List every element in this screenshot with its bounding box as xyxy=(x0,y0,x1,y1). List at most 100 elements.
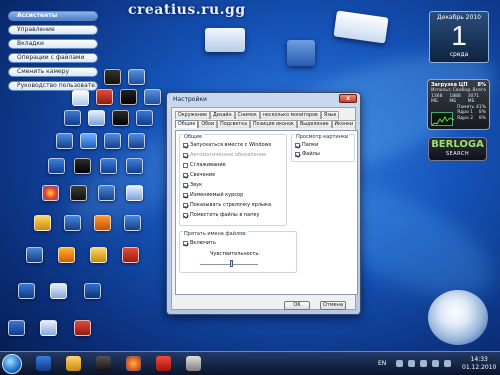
dock-app-icon[interactable] xyxy=(8,320,25,336)
dock-app-icon[interactable] xyxy=(126,185,143,201)
tray-icon[interactable] xyxy=(420,360,427,367)
dock-app-icon[interactable] xyxy=(126,158,143,174)
dock-app-icon[interactable] xyxy=(128,133,145,149)
dock-app-icon[interactable] xyxy=(98,185,115,201)
side-menu-item-file-operations[interactable]: Операции с файлами xyxy=(8,53,98,63)
dock-app-icon[interactable] xyxy=(122,247,139,263)
calendar-gadget[interactable]: Декабрь 2010 1 среда xyxy=(429,11,489,63)
checkbox[interactable] xyxy=(183,240,188,246)
dock-app-icon[interactable] xyxy=(90,247,107,263)
option-files[interactable]: Файлы xyxy=(295,151,320,157)
dock-app-icon[interactable] xyxy=(70,185,87,201)
option-files-to-folder[interactable]: Поместить файлы в папку xyxy=(183,212,259,218)
dock-app-icon[interactable] xyxy=(80,133,97,149)
cpu-meter-gadget[interactable]: Загрузка ЦП 8% Использ. Свобод. Всего 1368… xyxy=(427,79,490,130)
dock-app-icon[interactable] xyxy=(64,215,81,231)
dock-app-icon[interactable] xyxy=(120,89,137,105)
language-indicator[interactable]: EN xyxy=(378,360,386,367)
media-player-icon[interactable] xyxy=(96,356,111,371)
firefox-icon[interactable] xyxy=(126,356,141,371)
vlc-icon[interactable] xyxy=(94,215,111,231)
close-button[interactable]: x xyxy=(339,94,357,103)
berloga-search-gadget[interactable]: BERLOGA SEARCH xyxy=(428,137,487,161)
desktop-thumbnail[interactable] xyxy=(205,28,245,52)
tab-icons[interactable]: Иконки xyxy=(331,120,357,128)
desktop-thumbnail[interactable] xyxy=(333,10,389,44)
tab-highlight[interactable]: Подсветка xyxy=(217,120,251,128)
side-menu-item-tabs[interactable]: Вкладки xyxy=(8,39,98,49)
checkbox[interactable] xyxy=(183,172,188,178)
tab-wallpaper[interactable]: Обои xyxy=(198,120,218,128)
dock-app-icon[interactable] xyxy=(50,283,67,299)
dock-app-icon[interactable] xyxy=(18,283,35,299)
dock-app-icon[interactable] xyxy=(104,69,121,85)
ok-button[interactable]: OK xyxy=(284,301,310,310)
dock-app-icon[interactable] xyxy=(124,215,141,231)
dock-app-icon[interactable] xyxy=(84,283,101,299)
tab-language[interactable]: Язык xyxy=(320,111,340,119)
sensitivity-slider-track[interactable] xyxy=(200,264,258,265)
tray-icon[interactable] xyxy=(396,360,403,367)
tab-icon-position[interactable]: Позиция иконок xyxy=(250,120,297,128)
dock-app-icon[interactable] xyxy=(58,247,75,263)
option-glow[interactable]: Свечение xyxy=(183,172,215,178)
sensitivity-slider-thumb[interactable] xyxy=(230,260,233,267)
option-enable-hide[interactable]: Включить xyxy=(183,240,216,246)
tray-icon[interactable] xyxy=(408,360,415,367)
option-label: Автоматическое обновление xyxy=(190,152,267,158)
dock-app-icon[interactable] xyxy=(34,215,51,231)
dock-app-icon[interactable] xyxy=(88,110,105,126)
cancel-button[interactable]: Отмена xyxy=(320,301,346,310)
option-cursor[interactable]: Изменяемый курсор xyxy=(183,192,243,198)
opera-icon[interactable] xyxy=(156,356,171,371)
tray-icon[interactable] xyxy=(432,360,439,367)
tab-selection[interactable]: Выделение xyxy=(296,120,332,128)
option-sound[interactable]: Звук xyxy=(183,182,202,188)
dock-app-icon[interactable] xyxy=(128,69,145,85)
option-shortcut-arrow[interactable]: Показывать стрелочку ярлыка xyxy=(183,202,271,208)
volume-icon[interactable] xyxy=(444,360,451,367)
checkbox[interactable] xyxy=(183,182,188,188)
tab-snapshot[interactable]: Снимок xyxy=(234,111,260,119)
dock-app-icon[interactable] xyxy=(96,89,113,105)
ie-icon[interactable] xyxy=(36,356,51,371)
checkbox[interactable] xyxy=(295,151,300,157)
clock[interactable]: 14:33 01.12.2010 xyxy=(462,356,496,372)
checkbox[interactable] xyxy=(183,202,188,208)
checkbox[interactable] xyxy=(183,142,188,148)
start-button[interactable] xyxy=(2,354,22,374)
dock-app-icon[interactable] xyxy=(104,133,121,149)
side-menu-header[interactable]: Ассистенты xyxy=(8,11,98,21)
dock-app-icon[interactable] xyxy=(56,133,73,149)
option-startup[interactable]: Запускаться вместе с Windows xyxy=(183,142,271,148)
chrome-icon[interactable] xyxy=(42,185,59,201)
checkbox[interactable] xyxy=(183,162,188,168)
option-folders[interactable]: Папки xyxy=(295,142,318,148)
dock-app-icon[interactable] xyxy=(112,110,129,126)
side-menu-item-control[interactable]: Управление xyxy=(8,25,98,35)
dock-app-icon[interactable] xyxy=(144,89,161,105)
dock-app-icon[interactable] xyxy=(72,90,89,106)
dock-app-icon[interactable] xyxy=(64,110,81,126)
tab-design[interactable]: Дизайн xyxy=(210,111,235,119)
checkbox[interactable] xyxy=(183,212,188,218)
app-icon[interactable] xyxy=(186,356,201,371)
taskbar: EN 14:33 01.12.2010 xyxy=(0,351,500,375)
side-menu-item-change-camera[interactable]: Сменить камеру xyxy=(8,67,98,77)
checkbox[interactable] xyxy=(295,142,300,148)
dock-app-icon[interactable] xyxy=(100,158,117,174)
desktop-thumbnail[interactable] xyxy=(287,40,315,66)
option-antialiasing[interactable]: Сглаживание xyxy=(183,162,226,168)
dock-app-icon[interactable] xyxy=(136,110,153,126)
dock-app-icon[interactable] xyxy=(48,158,65,174)
dock-app-icon[interactable] xyxy=(26,247,43,263)
tab-multi-monitor[interactable]: несколько мониторов xyxy=(259,111,321,119)
explorer-icon[interactable] xyxy=(66,356,81,371)
dock-app-icon[interactable] xyxy=(40,320,57,336)
checkbox[interactable] xyxy=(183,192,188,198)
dock-app-icon[interactable] xyxy=(74,320,91,336)
calendar-day: 1 xyxy=(451,20,467,51)
dock-app-icon[interactable] xyxy=(74,158,91,174)
tab-general[interactable]: Общие xyxy=(175,120,199,128)
tab-environment[interactable]: Окружение xyxy=(175,111,211,119)
